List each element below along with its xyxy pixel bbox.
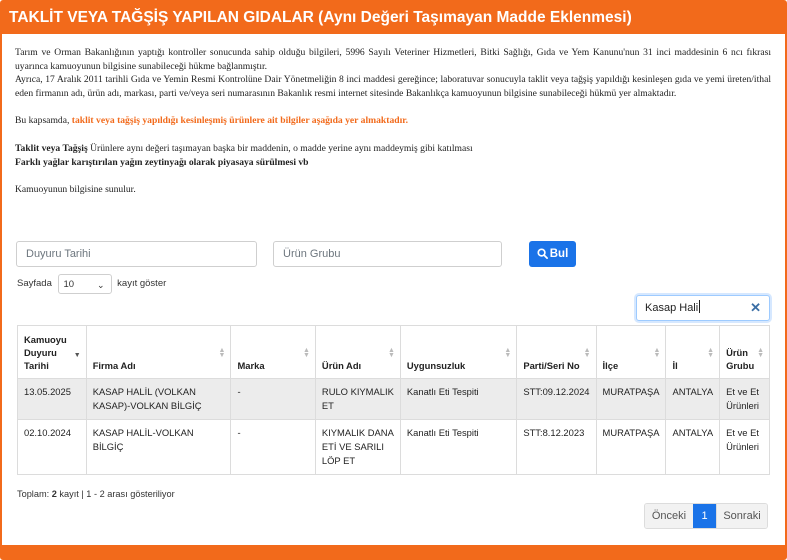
- cell-firm: KASAP HALİL-VOLKAN BİLGİÇ: [85, 419, 232, 475]
- table-header-row: Kamuoyu Duyuru Tarihi ▼ Firma Adı ▲ ▼ Marka…: [17, 325, 770, 379]
- cell-date: 13.05.2025: [17, 378, 87, 420]
- pagination-prev-button[interactable]: Önceki: [645, 504, 693, 528]
- page-length-select[interactable]: 10 ⌄: [57, 274, 112, 294]
- date-input[interactable]: Duyuru Tarihi: [16, 241, 257, 267]
- sort-icon: ▲ ▼: [218, 347, 226, 359]
- pagination: Önceki 1 Sonraki: [644, 503, 768, 529]
- intro-paragraph-3: Bu kapsamda, taklit veya tağşiş yapıldığ…: [15, 114, 771, 128]
- cell-batch: STT:09.12.2024: [516, 378, 597, 420]
- search-icon: [537, 248, 548, 259]
- panel-footer-bar: [2, 545, 785, 558]
- table-row: 02.10.2024 KASAP HALİL-VOLKAN BİLGİÇ - K…: [17, 419, 770, 475]
- page-length-control: Sayfada 10 ⌄ kayıt göster: [17, 274, 166, 294]
- cell-district: MURATPAŞA: [595, 378, 667, 420]
- info-rest: kayıt | 1 - 2 arası gösteriliyor: [56, 489, 175, 499]
- col-header-label: İlçe: [602, 360, 619, 371]
- sort-icon: ▲ ▼: [302, 347, 310, 359]
- col-header-province[interactable]: İl ▲ ▼: [665, 325, 721, 379]
- length-prefix: Sayfada: [17, 278, 52, 289]
- cell-nonconformity: Kanatlı Eti Tespiti: [399, 419, 518, 475]
- col-header-label: İl: [672, 360, 678, 371]
- table-info: Toplam: 2 kayıt | 1 - 2 arası gösteriliy…: [17, 489, 175, 499]
- sort-icon: ▲ ▼: [504, 347, 512, 359]
- col-header-label: Ürün Grubu: [726, 347, 755, 371]
- cell-firm: KASAP HALİL (VOLKAN KASAP)-VOLKAN BİLGİÇ: [85, 378, 232, 420]
- col-header-label: Ürün Adı: [321, 360, 362, 371]
- cell-batch: STT:8.12.2023: [516, 419, 597, 475]
- intro-p4-rest: Ürünlere aynı değeri taşımayan başka bir…: [87, 142, 473, 154]
- intro-paragraph-6: Kamuoyunun bilgisine sunulur.: [15, 184, 136, 196]
- page-length-value: 10: [63, 279, 75, 290]
- col-header-group[interactable]: Ürün Grubu ▲ ▼: [719, 325, 770, 379]
- col-header-label: Kamuoyu Duyuru Tarihi: [24, 334, 67, 371]
- col-header-product[interactable]: Ürün Adı ▲ ▼: [314, 325, 401, 379]
- cell-brand: -: [230, 419, 316, 475]
- cell-date: 02.10.2024: [17, 419, 87, 475]
- col-header-batch[interactable]: Parti/Seri No ▲ ▼: [516, 325, 597, 379]
- intro-paragraph-4: Taklit veya Tağşiş Ürünlere aynı değeri …: [15, 142, 771, 156]
- cell-brand: -: [230, 378, 316, 420]
- sort-desc-icon: ▼: [73, 352, 81, 359]
- intro-paragraph-1: Tarım ve Orman Bakanlığının yaptığı kont…: [15, 47, 771, 72]
- col-header-brand[interactable]: Marka ▲ ▼: [230, 325, 316, 379]
- cell-nonconformity: Kanatlı Eti Tespiti: [399, 378, 518, 420]
- sort-icon: ▲ ▼: [707, 347, 715, 359]
- intro-p4-bold: Taklit veya Tağşiş: [15, 142, 88, 154]
- length-suffix: kayıt göster: [117, 278, 167, 289]
- cell-product: RULO KIYMALIK ET: [314, 378, 401, 420]
- pagination-page-1[interactable]: 1: [693, 504, 716, 528]
- intro-text: Tarım ve Orman Bakanlığının yaptığı kont…: [15, 46, 771, 197]
- page-title: TAKLİT VEYA TAĞŞİŞ YAPILAN GIDALAR (Aynı…: [2, 2, 785, 34]
- search-button-label: Bul: [549, 248, 569, 260]
- results-table: Kamuoyu Duyuru Tarihi ▼ Firma Adı ▲ ▼ Marka…: [17, 325, 770, 475]
- product-group-input[interactable]: Ürün Grubu: [273, 241, 502, 267]
- cell-district: MURATPAŞA: [595, 419, 667, 475]
- intro-highlight: taklit veya tağşiş yapıldığı kesinleşmiş…: [71, 115, 409, 127]
- table-filter-input[interactable]: Kasap Hali ✕: [636, 295, 770, 321]
- col-header-district[interactable]: İlçe ▲ ▼: [595, 325, 667, 379]
- cell-group: Et ve Et Ürünleri: [719, 419, 770, 475]
- cell-product: KIYMALIK DANA ETİ VE SARILI LÖP ET: [314, 419, 401, 475]
- cell-group: Et ve Et Ürünleri: [719, 378, 770, 420]
- info-prefix: Toplam:: [17, 489, 52, 499]
- col-header-label: Uygunsuzluk: [406, 360, 466, 371]
- cell-province: ANTALYA: [665, 378, 721, 420]
- col-header-nonconformity[interactable]: Uygunsuzluk ▲ ▼: [399, 325, 518, 379]
- col-header-label: Parti/Seri No: [523, 360, 580, 371]
- intro-paragraph-2: Ayrıca, 17 Aralık 2011 tarihli Gıda ve Y…: [15, 74, 771, 99]
- sort-icon: ▲ ▼: [583, 347, 591, 359]
- chevron-down-icon: ⌄: [96, 280, 105, 290]
- intro-paragraph-5: Farklı yağlar karıştırılan yağın zeytiny…: [15, 156, 771, 170]
- col-header-label: Firma Adı: [92, 360, 136, 371]
- intro-p5-bold: Farklı yağlar karıştırılan yağın zeytiny…: [15, 156, 309, 168]
- sort-icon: ▲ ▼: [653, 347, 661, 359]
- sort-icon: ▲ ▼: [387, 347, 395, 359]
- clear-icon[interactable]: ✕: [750, 296, 761, 320]
- intro-p3-prefix: Bu kapsamda,: [15, 115, 72, 127]
- col-header-firm[interactable]: Firma Adı ▲ ▼: [85, 325, 232, 379]
- sort-icon: ▲ ▼: [757, 347, 764, 359]
- cell-province: ANTALYA: [665, 419, 721, 475]
- search-button[interactable]: Bul: [529, 241, 576, 267]
- col-header-label: Marka: [237, 360, 265, 371]
- table-row: 13.05.2025 KASAP HALİL (VOLKAN KASAP)-VO…: [17, 378, 770, 420]
- main-panel: TAKLİT VEYA TAĞŞİŞ YAPILAN GIDALAR (Aynı…: [0, 0, 787, 560]
- filter-value: Kasap Hali: [645, 302, 699, 314]
- pagination-next-button[interactable]: Sonraki: [716, 504, 767, 528]
- col-header-date[interactable]: Kamuoyu Duyuru Tarihi ▼: [17, 325, 87, 379]
